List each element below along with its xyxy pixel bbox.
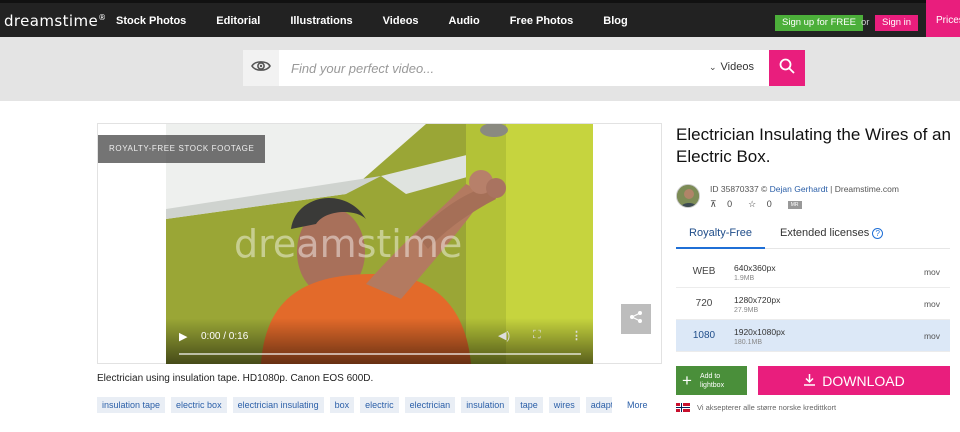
views-count: 0 — [727, 199, 733, 209]
fullscreen-icon[interactable]: ⛶ — [533, 329, 541, 342]
progress-bar[interactable] — [179, 353, 581, 355]
size-format: mov — [923, 331, 940, 341]
more-vertical-icon[interactable]: ⋮ — [571, 329, 582, 342]
prices-button[interactable]: Prices — [926, 0, 960, 40]
download-button[interactable]: DOWNLOAD — [758, 366, 950, 395]
lightbox-label: Add to lightbox — [699, 372, 725, 389]
site-label: | Dreamstime.com — [827, 184, 899, 194]
size-dimensions: 1280x720px — [734, 295, 781, 305]
author-link[interactable]: Dejan Gerhardt — [770, 184, 828, 194]
video-meta: ID 35870337 © Dejan Gerhardt | Dreamstim… — [710, 184, 899, 194]
size-options: WEB 640x360px 1.9MB mov 720 1280x720px 2… — [676, 256, 950, 352]
size-option-1080[interactable]: 1080 1920x1080px 180.1MB mov — [676, 320, 950, 352]
play-icon[interactable]: ▶ — [179, 330, 187, 343]
download-label: DOWNLOAD — [822, 372, 905, 389]
share-icon — [629, 310, 643, 329]
nav-audio[interactable]: Audio — [449, 15, 480, 27]
model-release-badge: MR — [787, 200, 802, 209]
size-option-720[interactable]: 720 1280x720px 27.9MB mov — [676, 288, 950, 320]
size-dimensions: 1920x1080px — [734, 327, 786, 337]
volume-icon[interactable]: ◀) — [498, 329, 510, 342]
media-type-label: Videos — [720, 61, 754, 73]
nav-videos[interactable]: Videos — [383, 15, 419, 27]
license-tabs: Royalty-Free Extended licenses? — [676, 221, 950, 249]
video-stats: ⊼ 0 ☆ 0 MR — [710, 199, 810, 210]
player-controls: ▶ 0:00 / 0:16 ◀) ⛶ ⋮ — [166, 318, 593, 364]
eye-icon — [251, 59, 271, 78]
size-dimensions: 640x360px — [734, 263, 776, 273]
star-icon: ☆ — [748, 199, 757, 209]
size-name: WEB — [692, 266, 716, 277]
favorites-count: 0 — [766, 199, 772, 209]
add-to-lightbox-button[interactable]: + Add to lightbox — [676, 366, 747, 395]
tab-extended-label: Extended licenses — [780, 227, 870, 239]
author-avatar[interactable] — [676, 184, 700, 208]
help-icon[interactable]: ? — [872, 228, 884, 239]
tag-item[interactable]: electric box — [171, 397, 227, 413]
tag-list: insulation tape electric box electrician… — [97, 397, 662, 415]
size-filesize: 27.9MB — [734, 307, 759, 314]
favorites-stat: ☆ 0 — [748, 199, 780, 210]
search-icon — [779, 58, 795, 79]
video-title: Electrician Insulating the Wires of an E… — [676, 125, 951, 166]
views-icon: ⊼ — [710, 199, 717, 209]
tag-item[interactable]: insulation tape — [97, 397, 166, 413]
royalty-free-badge: ROYALTY-FREE STOCK FOOTAGE — [98, 135, 266, 163]
tab-extended-licenses[interactable]: Extended licenses? — [780, 221, 884, 249]
share-button[interactable] — [621, 304, 651, 334]
size-filesize: 1.9MB — [734, 275, 755, 282]
search-input[interactable] — [291, 50, 691, 86]
tag-item[interactable]: electrician insulating — [232, 397, 324, 413]
nav-illustrations[interactable]: Illustrations — [290, 15, 352, 27]
search-band: ⌄ Videos — [0, 37, 960, 101]
search-submit-button[interactable] — [769, 50, 805, 86]
tag-item[interactable]: insulation — [461, 397, 510, 413]
size-format: mov — [923, 267, 940, 277]
norway-flag-icon — [676, 403, 690, 412]
tag-item[interactable]: wires — [548, 397, 580, 413]
nav-editorial[interactable]: Editorial — [216, 15, 260, 27]
main-nav: Stock Photos Editorial Illustrations Vid… — [116, 15, 658, 27]
download-icon — [803, 373, 816, 389]
media-type-select[interactable]: ⌄ Videos — [709, 61, 754, 73]
tag-item[interactable]: box — [329, 397, 355, 413]
views-stat: ⊼ 0 — [710, 199, 740, 210]
size-name: 720 — [695, 298, 713, 309]
tag-item[interactable]: tape — [515, 397, 543, 413]
size-option-web[interactable]: WEB 640x360px 1.9MB mov — [676, 256, 950, 288]
nav-stock-photos[interactable]: Stock Photos — [116, 15, 186, 27]
dreamstime-logo[interactable]: dreamstime® — [4, 12, 107, 30]
video-player-frame: dreamstime ▶ 0:00 / 0:16 ◀) ⛶ ⋮ ROYALTY-… — [97, 123, 662, 364]
or-label: or — [861, 17, 870, 28]
tag-item[interactable]: electric — [360, 397, 399, 413]
video-caption: Electrician using insulation tape. HD108… — [97, 373, 374, 384]
nav-blog[interactable]: Blog — [603, 15, 627, 27]
top-navigation-bar: dreamstime® Stock Photos Editorial Illus… — [0, 0, 960, 40]
tag-item[interactable]: electrician — [404, 397, 456, 413]
payment-notice-text: Vi aksepterer alle større norske kreditt… — [697, 403, 837, 412]
nav-free-photos[interactable]: Free Photos — [510, 15, 574, 27]
size-format: mov — [923, 299, 940, 309]
chevron-down-icon: ⌄ — [709, 61, 717, 72]
payment-notice: Vi aksepterer alle større norske kreditt… — [676, 403, 836, 412]
tags-more-link[interactable]: More — [612, 397, 662, 413]
watermark: dreamstime — [234, 222, 463, 266]
signin-button[interactable]: Sign in — [875, 15, 919, 31]
plus-icon: + — [682, 371, 692, 390]
size-name: 1080 — [692, 330, 716, 341]
size-filesize: 180.1MB — [734, 339, 763, 346]
search-bar: ⌄ Videos — [243, 50, 805, 86]
time-display: 0:00 / 0:16 — [201, 331, 249, 342]
visual-search-button[interactable] — [243, 50, 279, 86]
tab-royalty-free[interactable]: Royalty-Free — [676, 221, 765, 249]
signup-button[interactable]: Sign up for FREE — [775, 15, 863, 31]
id-label: ID 35870337 © — [710, 184, 770, 194]
